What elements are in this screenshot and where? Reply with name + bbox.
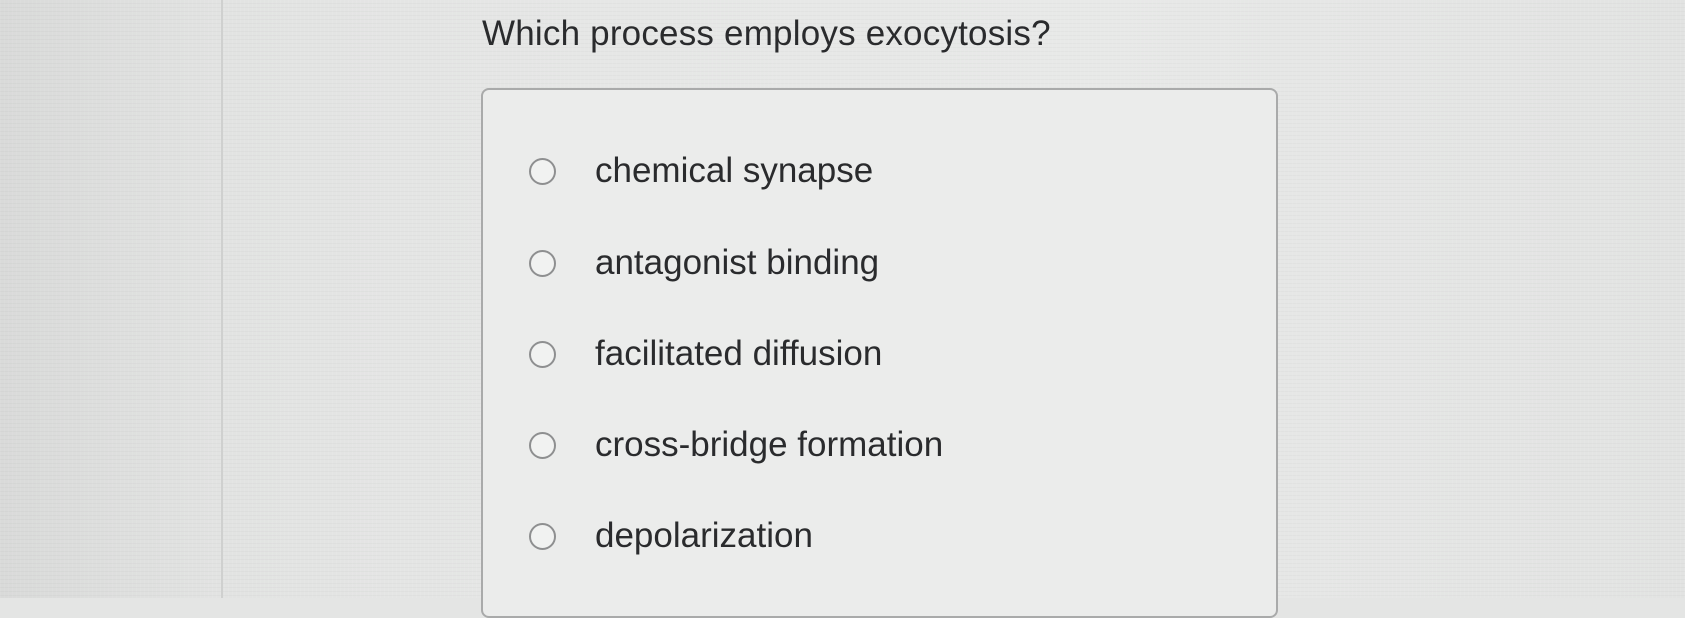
option-label: facilitated diffusion [595,334,883,373]
radio-button[interactable] [529,522,556,550]
option-cross-bridge-formation[interactable]: cross-bridge formation [529,415,943,475]
option-antagonist-binding[interactable]: antagonist binding [529,233,879,293]
answer-choices-box: chemical synapse antagonist binding faci… [481,88,1278,618]
radio-button[interactable] [529,431,556,459]
left-divider [221,0,223,598]
option-label: depolarization [595,516,813,555]
option-depolarization[interactable]: depolarization [529,506,813,566]
radio-button[interactable] [529,157,556,185]
radio-button[interactable] [529,340,556,368]
option-label: cross-bridge formation [595,425,944,464]
option-label: antagonist binding [595,243,880,282]
question-text: Which process employs exocytosis? [482,14,1051,53]
option-label: chemical synapse [595,151,874,190]
option-facilitated-diffusion[interactable]: facilitated diffusion [529,324,882,384]
radio-button[interactable] [529,249,556,277]
option-chemical-synapse[interactable]: chemical synapse [529,141,873,201]
